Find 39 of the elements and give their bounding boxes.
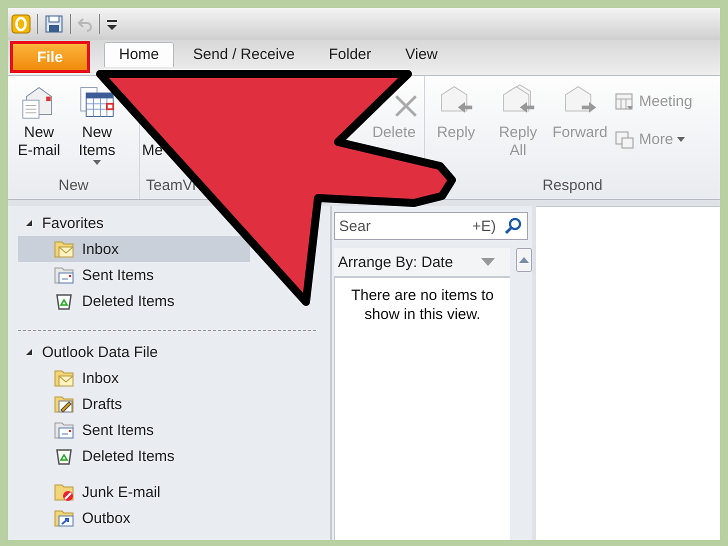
folder-envelope-icon — [54, 420, 74, 440]
folder-pencil-icon — [54, 394, 74, 414]
calendar-icon — [79, 84, 115, 120]
ribbon-tab[interactable]: Home — [104, 42, 174, 67]
group-label: TeamVi — [145, 177, 197, 196]
folder-item[interactable]: Sent Items — [18, 262, 250, 288]
group-label: Respond — [541, 177, 604, 196]
folder-blocked-icon — [54, 482, 74, 502]
section-header[interactable]: Favorites — [42, 214, 104, 232]
calendar-icon — [615, 92, 635, 112]
ribbon-button[interactable]: New E-mail — [10, 82, 68, 177]
folder-item[interactable]: Outbox — [18, 505, 250, 531]
folder-item[interactable]: Inbox — [18, 365, 250, 391]
folder-item[interactable]: Deleted Items — [18, 443, 250, 469]
collapse-triangle-icon[interactable] — [24, 218, 34, 228]
search-icon[interactable] — [504, 217, 522, 235]
search-hint: +E) — [472, 218, 496, 234]
group-label: New — [57, 177, 90, 196]
folder-item[interactable]: Sent Items — [18, 417, 250, 443]
save-icon[interactable] — [44, 14, 64, 34]
section-header[interactable]: Outlook Data File — [42, 344, 158, 360]
empty-message: There are no items to show in this view. — [350, 286, 495, 325]
outlook-logo-icon[interactable] — [11, 14, 31, 34]
scroll-up-button-icon[interactable] — [516, 248, 532, 272]
ribbon-tab[interactable]: View — [390, 42, 453, 67]
sort-arrow-icon — [480, 257, 496, 267]
folder-item[interactable]: Deleted Items — [18, 288, 250, 314]
ribbon-button[interactable]: Me — [142, 142, 163, 160]
folder-envelope-icon — [54, 368, 74, 388]
folder-envelope-icon — [54, 239, 74, 259]
folder-envelope-icon — [54, 265, 74, 285]
ribbon-tab[interactable]: Folder — [314, 42, 386, 67]
folder-item[interactable]: Junk E-mail — [18, 479, 250, 505]
collapse-triangle-icon[interactable] — [24, 347, 34, 357]
ribbon-tab[interactable]: Send / Receive — [178, 42, 310, 67]
folder-item[interactable]: Drafts — [18, 391, 250, 417]
folder-arrow-icon — [54, 508, 74, 528]
arrange-by-header[interactable]: Arrange By: Date — [334, 248, 510, 278]
folder-item[interactable]: Inbox — [18, 236, 250, 262]
